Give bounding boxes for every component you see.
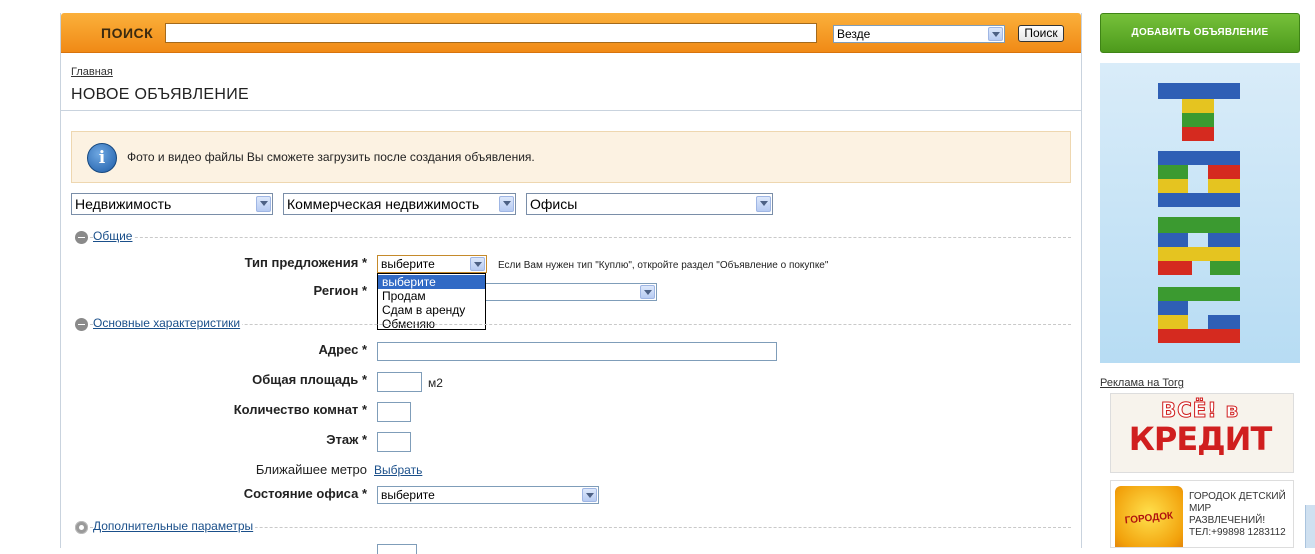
offer-type-label-wrap: Тип предложения * [61, 254, 367, 272]
section-main-specs-link[interactable]: Основные характеристики [93, 316, 243, 330]
brick [1210, 261, 1240, 275]
floor-input[interactable] [377, 432, 411, 452]
info-icon: i [87, 143, 117, 173]
brick [1182, 127, 1214, 141]
ad-label-link[interactable]: Реклама на Torg [1100, 377, 1184, 389]
brick [1158, 315, 1188, 329]
address-label-wrap: Адрес * [61, 341, 367, 359]
collapse-icon[interactable] [75, 318, 88, 331]
offer-type-hint: Если Вам нужен тип "Куплю", откройте раз… [498, 260, 829, 271]
office-state-select[interactable]: выберите [377, 486, 599, 504]
ad3-text: ГОРОДОК ДЕТСКИЙ МИР РАЗВЛЕЧЕНИЙ! ТЕЛ:+99… [1189, 491, 1286, 538]
metro-label: Ближайшее метро [255, 462, 367, 477]
brick [1158, 151, 1240, 165]
dropdown-arrow-icon[interactable] [640, 285, 655, 299]
brick [1182, 113, 1214, 127]
category-3-value: Офисы [530, 196, 578, 212]
side-feedback-tab[interactable] [1305, 505, 1315, 548]
offer-type-label: Тип предложения * [244, 255, 367, 270]
search-label: ПОИСК [101, 25, 154, 41]
dropdown-arrow-icon[interactable] [756, 196, 771, 212]
rooms-label-wrap: Количество комнат * [61, 401, 367, 419]
search-scope-select[interactable]: Везде [833, 25, 1005, 43]
area-label: Общая площадь * [252, 372, 367, 387]
logo-text: ГОРОДОК [1124, 510, 1174, 527]
search-scope-value: Везде [837, 27, 871, 41]
extra-input[interactable] [377, 544, 417, 554]
dropdown-arrow-icon[interactable] [988, 27, 1003, 41]
section-general-link[interactable]: Общие [93, 229, 135, 243]
section-main-specs: Основные характеристики [75, 316, 1071, 332]
dropdown-arrow-icon[interactable] [582, 488, 597, 502]
office-state-value: выберите [381, 488, 435, 502]
rooms-label: Количество комнат * [233, 402, 367, 417]
area-label-wrap: Общая площадь * [61, 371, 367, 389]
area-input[interactable] [377, 372, 422, 392]
search-input[interactable] [165, 23, 817, 43]
metro-choose-link[interactable]: Выбрать [374, 463, 422, 477]
category-2-value: Коммерческая недвижимость [287, 196, 480, 212]
category-select-1[interactable]: Недвижимость [71, 193, 273, 215]
category-select-2[interactable]: Коммерческая недвижимость [283, 193, 516, 215]
dropdown-arrow-icon[interactable] [499, 196, 514, 212]
gorodok-ad-banner[interactable]: ГОРОДОК ГОРОДОК ДЕТСКИЙ МИР РАЗВЛЕЧЕНИЙ!… [1110, 480, 1294, 548]
page-title: НОВОЕ ОБЪЯВЛЕНИЕ [71, 86, 249, 103]
section-general: Общие [75, 229, 1071, 245]
lego-ad-banner[interactable] [1100, 63, 1300, 363]
search-bar: ПОИСК Везде Поиск [61, 13, 1081, 53]
category-1-value: Недвижимость [75, 196, 172, 212]
main-content: ПОИСК Везде Поиск Главная НОВОЕ ОБЪЯВЛЕН… [60, 13, 1082, 554]
offer-type-value: выберите [381, 257, 435, 271]
credit-ad-banner[interactable]: ВСЁ! в КРЕДИТ [1110, 393, 1294, 473]
brick [1158, 261, 1192, 275]
brick [1158, 165, 1188, 179]
brick [1158, 287, 1240, 301]
brick [1208, 315, 1240, 329]
ad2-main-text: КРЕДИТ [1128, 420, 1273, 458]
gorodok-logo: ГОРОДОК [1115, 486, 1183, 547]
address-label: Адрес * [318, 342, 367, 357]
area-unit: м2 [428, 376, 443, 390]
section-extra-params: Дополнительные параметры [75, 519, 1071, 535]
brick [1158, 233, 1188, 247]
address-input[interactable] [377, 342, 777, 361]
office-state-label-wrap: Состояние офиса * [61, 485, 367, 503]
floor-label: Этаж * [326, 432, 367, 447]
metro-label-wrap: Ближайшее метро [61, 461, 367, 479]
divider [61, 110, 1081, 111]
category-select-3[interactable]: Офисы [526, 193, 773, 215]
option-rent[interactable]: Сдам в аренду [378, 303, 485, 317]
brick [1158, 329, 1240, 343]
brick [1208, 233, 1240, 247]
brick [1158, 193, 1240, 207]
brick [1182, 99, 1214, 113]
brick [1158, 301, 1188, 315]
brick [1158, 247, 1240, 261]
brick [1158, 83, 1240, 99]
brick [1158, 217, 1240, 233]
floor-label-wrap: Этаж * [61, 431, 367, 449]
search-button[interactable]: Поиск [1018, 25, 1064, 42]
dropdown-arrow-icon[interactable] [256, 196, 271, 212]
brick [1208, 165, 1240, 179]
gear-icon[interactable] [75, 521, 88, 534]
ad2-headline: ВСЁ! в [1160, 398, 1240, 423]
notice-text: Фото и видео файлы Вы сможете загрузить … [127, 150, 535, 164]
add-listing-button[interactable]: ДОБАВИТЬ ОБЪЯВЛЕНИЕ [1100, 13, 1300, 53]
office-state-label: Состояние офиса * [243, 486, 367, 501]
region-label: Регион * [313, 283, 367, 298]
offer-type-select[interactable]: выберите [377, 255, 487, 273]
brick [1158, 179, 1188, 193]
brick [1208, 179, 1240, 193]
dropdown-arrow-icon[interactable] [470, 257, 485, 271]
option-choose[interactable]: выберите [378, 275, 485, 289]
collapse-icon[interactable] [75, 231, 88, 244]
breadcrumb-home[interactable]: Главная [71, 66, 113, 78]
region-label-wrap: Регион * [61, 282, 367, 300]
rooms-input[interactable] [377, 402, 411, 422]
section-extra-params-link[interactable]: Дополнительные параметры [93, 519, 256, 533]
info-notice: i Фото и видео файлы Вы сможете загрузит… [71, 131, 1071, 183]
option-sell[interactable]: Продам [378, 289, 485, 303]
